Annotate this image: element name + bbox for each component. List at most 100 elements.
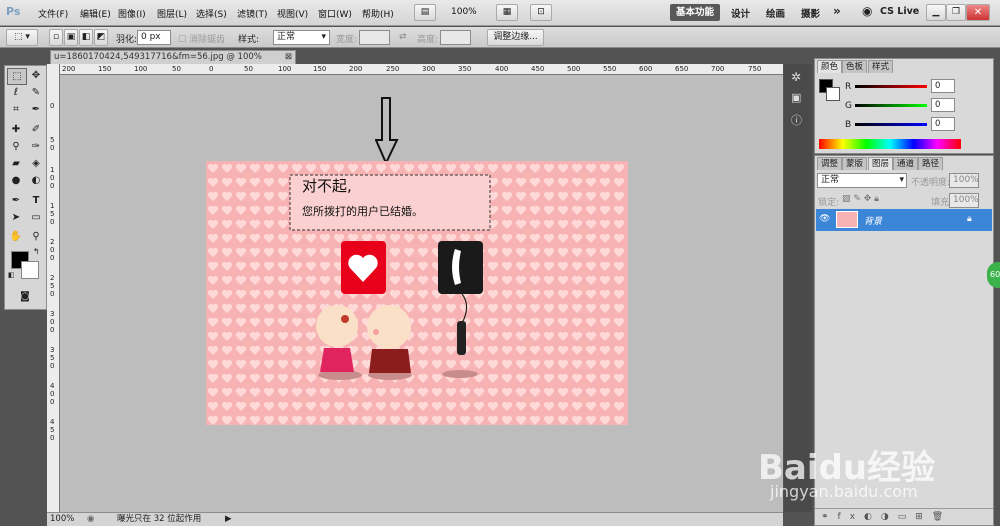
tab-swatches[interactable]: 色板 [842, 60, 868, 73]
blend-mode-select[interactable]: 正常 ▾ [817, 173, 907, 188]
feather-input[interactable]: 0 px [137, 30, 171, 45]
paint-bucket-tool-icon[interactable]: ◈ [27, 156, 45, 171]
default-colors-icon[interactable]: ◧ [8, 271, 15, 279]
vertical-ruler[interactable]: 0 5 0 1 0 0 1 5 0 2 0 0 2 5 0 3 0 0 3 5 … [47, 64, 60, 512]
dodge-tool-icon[interactable]: ◐ [27, 173, 45, 188]
status-menu-icon[interactable]: ▶ [225, 513, 232, 526]
tab-layers[interactable]: 图层 [868, 157, 894, 170]
opacity-input[interactable]: 100% [949, 173, 979, 188]
zoom-level[interactable]: 100% [451, 7, 477, 17]
crop-tool-icon[interactable]: ⌗ [7, 102, 25, 117]
color-panel: 颜色 色板 样式 R 0 G 0 B 0 [814, 58, 994, 154]
workspace-design[interactable]: 设计 [731, 6, 750, 20]
height-input[interactable] [440, 30, 471, 45]
zoom-tool-icon[interactable]: ⚲ [27, 229, 45, 244]
background-color-swatch[interactable] [21, 261, 39, 279]
menu-edit[interactable]: 编辑(E) [80, 7, 111, 20]
menu-select[interactable]: 选择(S) [196, 7, 227, 20]
ruler-label: 5 [50, 210, 55, 218]
bg-color-swatch[interactable] [826, 87, 840, 101]
tab-channels[interactable]: 通道 [893, 157, 919, 170]
quick-mask-icon[interactable]: ◙ [16, 289, 34, 304]
menu-filter[interactable]: 滤镜(T) [237, 7, 268, 20]
b-slider[interactable] [855, 123, 927, 126]
type-tool-icon[interactable]: T [27, 193, 45, 208]
color-spectrum[interactable] [819, 139, 961, 149]
ruler-label: 0 [50, 362, 55, 370]
r-slider[interactable] [855, 85, 927, 88]
tab-color[interactable]: 颜色 [817, 60, 843, 73]
clone-stamp-tool-icon[interactable]: ⚲ [7, 139, 25, 154]
r-input[interactable]: 0 [931, 79, 955, 93]
minimize-button[interactable]: ▁ [926, 4, 946, 21]
history-brush-tool-icon[interactable]: ✑ [27, 139, 45, 154]
pen-tool-icon[interactable]: ✒ [7, 193, 25, 208]
antialias-checkbox[interactable]: ☐ 消除锯齿 [178, 32, 225, 45]
marquee-preset-icon[interactable]: ⬚ ▾ [6, 29, 38, 46]
gear-icon[interactable]: ✲ [791, 70, 801, 84]
spot-heal-tool-icon[interactable]: ✚ [7, 122, 25, 137]
tab-adjustments[interactable]: 调整 [817, 157, 843, 170]
close-tab-icon[interactable]: ⊠ [285, 51, 292, 64]
height-label: 高度: [417, 35, 439, 45]
arrange-icon[interactable]: ▦ [496, 4, 518, 21]
menu-image[interactable]: 图像(I) [118, 7, 146, 20]
shape-tool-icon[interactable]: ▭ [27, 210, 45, 225]
move-tool-icon[interactable]: ✥ [27, 68, 45, 83]
quick-select-tool-icon[interactable]: ✎ [27, 85, 45, 100]
brush-tool-icon[interactable]: ✐ [27, 122, 45, 137]
status-zoom[interactable]: 100% [50, 513, 74, 526]
subtract-selection-icon[interactable]: ◧ [79, 29, 93, 46]
tab-paths[interactable]: 路径 [918, 157, 944, 170]
navigator-icon[interactable]: ▣ [791, 91, 801, 104]
refine-edge-button[interactable]: 调整边缘... [487, 29, 544, 46]
swap-icon[interactable]: ⇄ [399, 32, 407, 42]
ruler-label: 2 [50, 238, 55, 246]
g-slider[interactable] [855, 104, 927, 107]
horizontal-ruler[interactable]: 200 150 100 50 0 50 100 150 200 250 300 … [60, 64, 783, 75]
info-icon[interactable]: ⓘ [791, 112, 802, 128]
menu-layer[interactable]: 图层(L) [157, 7, 187, 20]
g-input[interactable]: 0 [931, 98, 955, 112]
new-selection-icon[interactable]: ▫ [49, 29, 63, 46]
workspace-painting[interactable]: 绘画 [766, 6, 785, 20]
menu-help[interactable]: 帮助(H) [362, 7, 394, 20]
workspace-photography[interactable]: 摄影 [801, 6, 820, 20]
document-image[interactable]: 对不起, 您所拨打的用户已结婚。 [206, 161, 628, 425]
hand-tool-icon[interactable]: ✋ [7, 229, 25, 244]
add-selection-icon[interactable]: ▣ [64, 29, 78, 46]
layer-row-background[interactable]: 👁︎ 背景 🔒︎ [816, 209, 992, 231]
eye-icon[interactable]: 👁︎ [819, 214, 830, 224]
workspace-essentials[interactable]: 基本功能 [670, 4, 720, 21]
layers-footer-icons[interactable]: ⚭fx◐◑▭⊞🗑︎ [815, 508, 993, 525]
menu-file[interactable]: 文件(F) [38, 7, 68, 20]
path-select-tool-icon[interactable]: ➤ [7, 210, 25, 225]
workspaces-more[interactable]: » [833, 4, 841, 18]
tab-masks[interactable]: 蒙版 [842, 157, 868, 170]
cslive-icon[interactable]: ◉ [862, 4, 872, 18]
eraser-tool-icon[interactable]: ▰ [7, 156, 25, 171]
cslive-button[interactable]: CS Live [880, 6, 919, 17]
ruler-label: 3 [50, 346, 55, 354]
badge[interactable]: 60 [987, 262, 1000, 288]
extras-icon[interactable]: ⊡ [530, 4, 552, 21]
eyedropper-tool-icon[interactable]: ✒ [27, 102, 45, 117]
lock-icons[interactable]: ▨ ✎ ✥ 🔒︎ [842, 194, 879, 204]
swap-colors-icon[interactable]: ↰ [33, 247, 40, 256]
fill-input[interactable]: 100% [949, 193, 979, 208]
status-icon[interactable]: ◉ [87, 513, 94, 526]
screen-mode-icon[interactable]: ▤ [414, 4, 436, 21]
blur-tool-icon[interactable]: ● [7, 173, 25, 188]
close-button[interactable]: ✕ [966, 4, 990, 21]
restore-button[interactable]: ❐ [946, 4, 966, 21]
style-select[interactable]: 正常 ▾ [273, 30, 330, 45]
document-tab[interactable]: u=1860170424,549317716&fm=56.jpg @ 100%(… [50, 50, 296, 75]
tab-styles[interactable]: 样式 [868, 60, 894, 73]
lasso-tool-icon[interactable]: ℓ [7, 85, 25, 100]
menu-view[interactable]: 视图(V) [277, 7, 308, 20]
menu-window[interactable]: 窗口(W) [318, 7, 352, 20]
marquee-tool-icon[interactable]: ⬚ [7, 68, 27, 85]
intersect-selection-icon[interactable]: ◩ [94, 29, 108, 46]
b-input[interactable]: 0 [931, 117, 955, 131]
width-input[interactable] [359, 30, 390, 45]
